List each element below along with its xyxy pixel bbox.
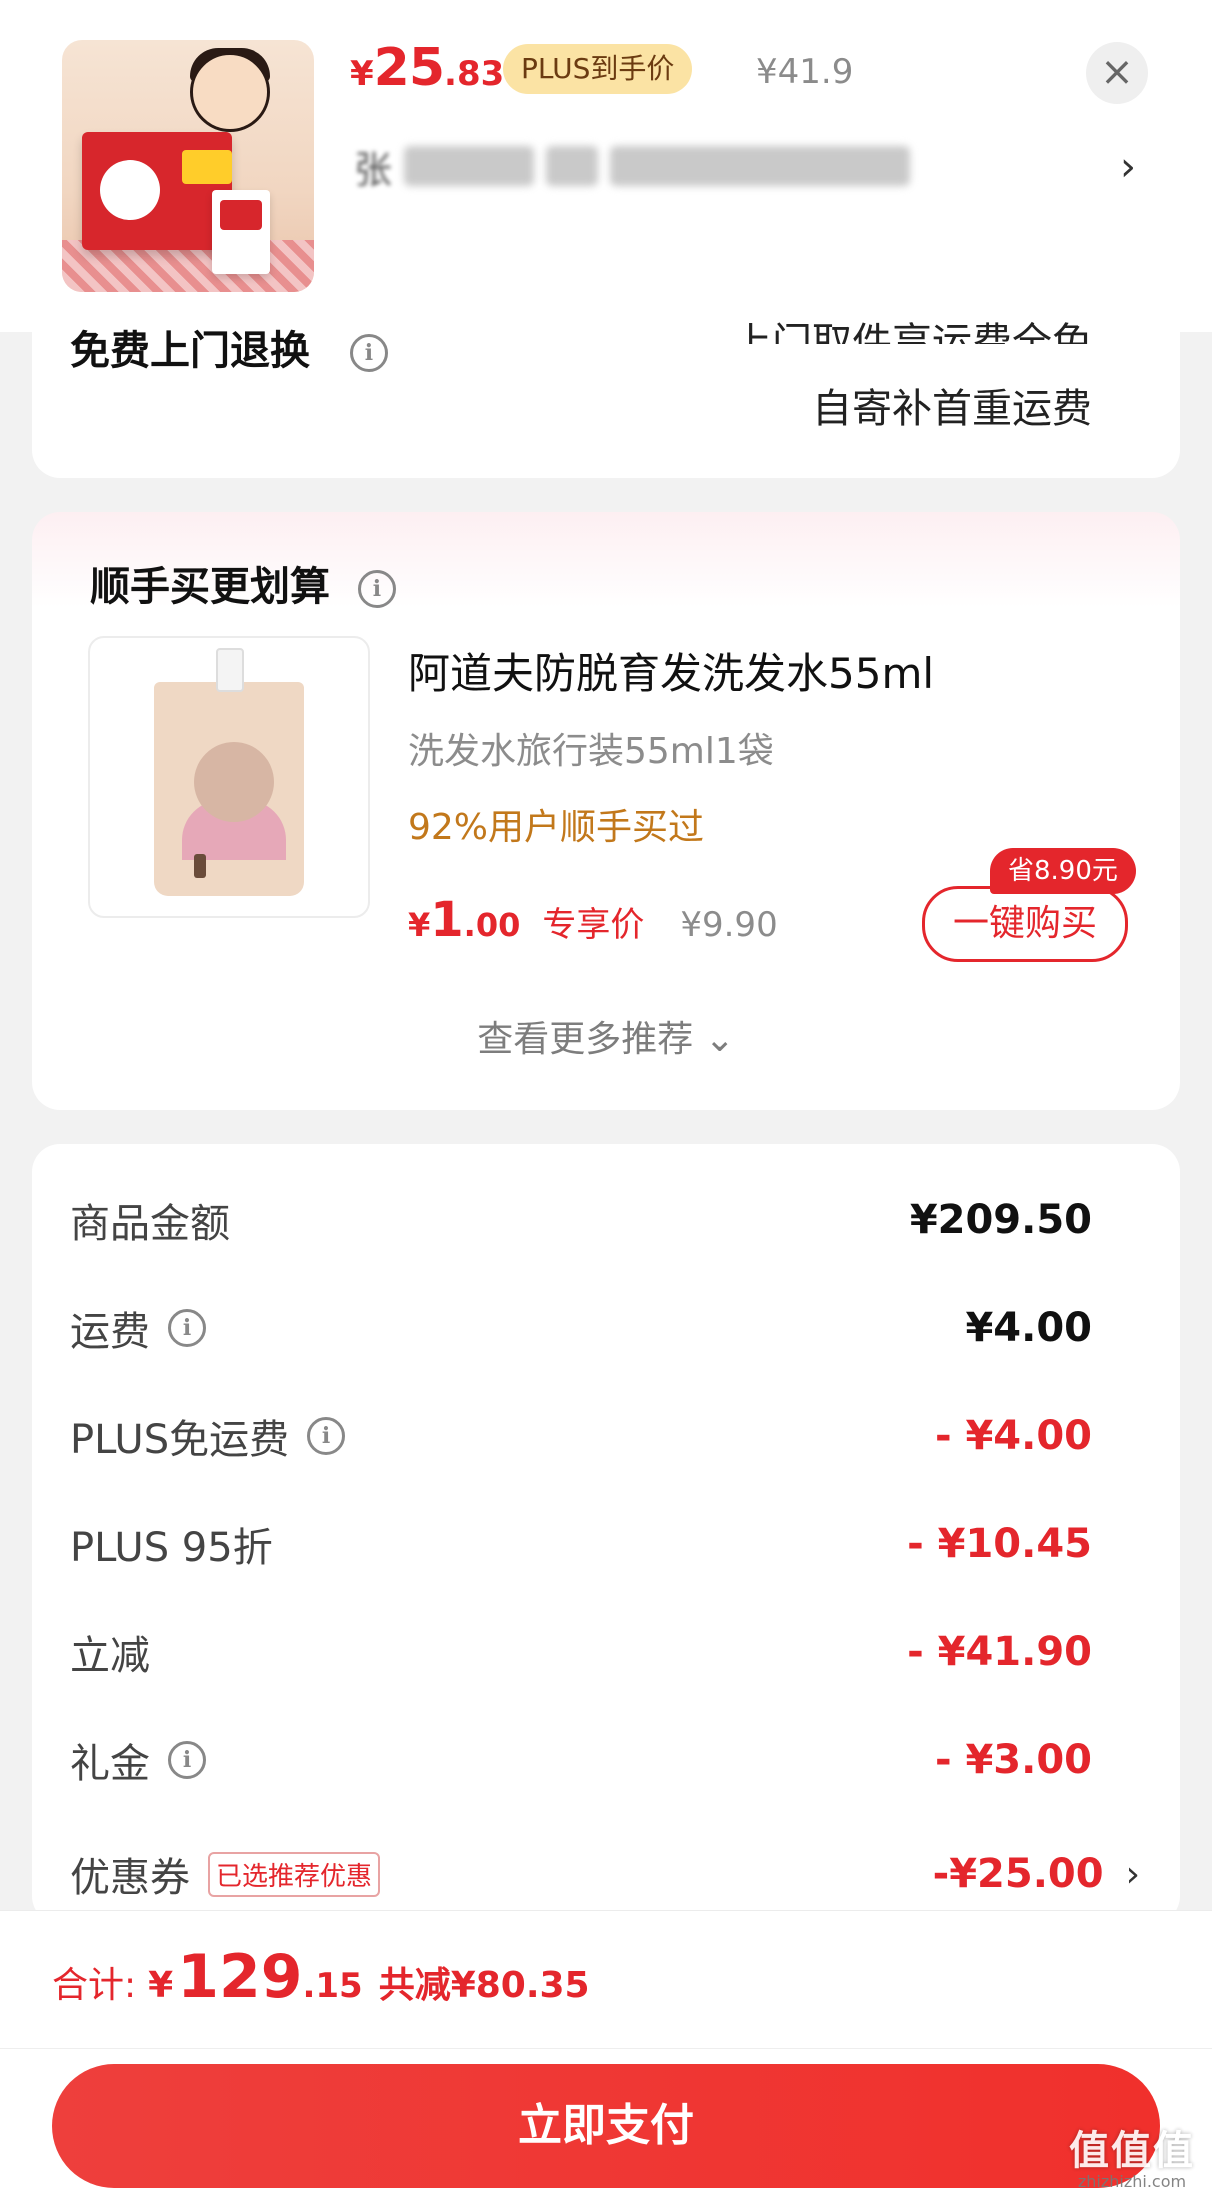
summary-label: PLUS免运费 [70, 1417, 290, 1463]
return-service-title: 免费上门退换 i [70, 318, 388, 376]
coupon-label-group: 优惠券 已选推荐优惠 [70, 1845, 381, 1903]
recommend-price: ¥ 1 .00 专享价 ¥9.90 [408, 892, 778, 948]
recommend-product-name[interactable]: 阿道夫防脱育发洗发水55ml [408, 640, 934, 701]
total-label: 合计: [52, 1965, 137, 2006]
summary-row: 运费 i ¥4.00 [70, 1298, 1092, 1358]
watermark-logo: 值值值 [1069, 2128, 1195, 2174]
summary-label: 运费 [70, 1309, 150, 1355]
return-service-label: 免费上门退换 [70, 328, 310, 374]
summary-label: 立减 [70, 1633, 150, 1679]
recommend-price-integer: 1 [430, 892, 464, 948]
return-service-line2: 自寄补首重运费 [812, 386, 1092, 432]
return-service-line1: 上门取件享运费全免 [732, 320, 1092, 344]
coupon-row[interactable]: 优惠券 已选推荐优惠 -¥25.00 › [70, 1844, 1140, 1904]
summary-value: - ¥10.45 [907, 1521, 1092, 1567]
coupon-value: -¥25.00 [932, 1851, 1104, 1897]
price-integer: 25 [373, 38, 445, 98]
summary-value: ¥4.00 [965, 1305, 1092, 1351]
thumbnail-mascot-head [190, 52, 270, 132]
summary-label-group: 立减 [70, 1623, 150, 1681]
pouch-logo [194, 854, 206, 878]
original-price: ¥41.9 [756, 52, 854, 92]
summary-row: PLUS免运费 i - ¥4.00 [70, 1406, 1092, 1466]
info-icon[interactable]: i [357, 570, 396, 608]
recommend-price-tag: 专享价 [542, 905, 645, 945]
info-icon[interactable]: i [168, 1309, 206, 1347]
close-button[interactable]: × [1086, 42, 1148, 104]
coupon-label: 优惠券 [70, 1855, 190, 1901]
summary-value: - ¥41.90 [907, 1629, 1092, 1675]
coupon-selected-tag: 已选推荐优惠 [208, 1851, 381, 1897]
recipient-address-blurred[interactable]: 张 [354, 138, 911, 194]
summary-label-group: 运费 i [70, 1299, 206, 1357]
pouch-spout [216, 648, 244, 692]
summary-row: PLUS 95折 - ¥10.45 [70, 1514, 1092, 1574]
pouch-model-head [194, 742, 274, 822]
blurred-block [404, 146, 535, 186]
footer-divider [0, 2048, 1212, 2049]
summary-label-group: PLUS 95折 [70, 1515, 273, 1573]
price-currency: ¥ [350, 54, 374, 94]
save-amount-badge: 省8.90元 [990, 848, 1136, 894]
address-chevron-right-icon[interactable]: › [1120, 144, 1136, 190]
shampoo-pouch-image [154, 648, 304, 896]
thumbnail-mascot-face [100, 160, 160, 220]
plus-price-badge: PLUS到手价 [503, 44, 693, 94]
one-click-buy-button[interactable]: 一键购买 [922, 886, 1128, 962]
summary-value: - ¥3.00 [934, 1737, 1092, 1783]
recommend-product-image[interactable] [88, 636, 370, 918]
total-decimal: .15 [302, 1966, 363, 2006]
summary-label-group: PLUS免运费 i [70, 1407, 346, 1465]
info-icon[interactable]: i [349, 334, 388, 372]
product-thumbnail[interactable] [62, 40, 314, 292]
site-watermark: 值值值 zhizhizhi.com [1062, 2118, 1202, 2191]
total-saved: 共减¥80.35 [378, 1965, 590, 2006]
coupon-chevron-right-icon[interactable]: › [1126, 1854, 1140, 1895]
summary-value: ¥209.50 [909, 1197, 1092, 1243]
thumbnail-box-label [182, 150, 232, 184]
recommend-product-spec: 洗发水旅行装55ml1袋 [408, 731, 774, 772]
summary-row: 立减 - ¥41.90 [70, 1622, 1092, 1682]
recommend-original-price: ¥9.90 [680, 905, 778, 945]
recipient-name-initial: 张 [354, 147, 393, 192]
total-currency: ¥ [148, 1965, 174, 2006]
summary-label: 商品金额 [70, 1201, 230, 1247]
summary-row: 礼金 i - ¥3.00 [70, 1730, 1092, 1790]
summary-label: PLUS 95折 [70, 1525, 273, 1571]
product-price: ¥ 25 .83 [350, 38, 504, 110]
info-icon[interactable]: i [168, 1741, 206, 1779]
summary-value: - ¥4.00 [934, 1413, 1092, 1459]
info-icon[interactable]: i [307, 1417, 346, 1455]
recommend-price-decimal: .00 [463, 906, 521, 944]
summary-label: 礼金 [70, 1741, 150, 1787]
summary-row: 商品金额 ¥209.50 [70, 1190, 1092, 1250]
summary-label-group: 商品金额 [70, 1191, 230, 1249]
recommend-price-currency: ¥ [408, 906, 431, 944]
recommend-social-proof: 92%用户顺手买过 [408, 807, 705, 848]
total-integer: 129 [177, 1942, 303, 2012]
watermark-url: zhizhizhi.com [1077, 2172, 1187, 2191]
order-total: 合计: ¥ 129 .15 共减¥80.35 [52, 1942, 590, 2012]
summary-label-group: 礼金 i [70, 1731, 206, 1789]
thumbnail-small-box [212, 190, 270, 274]
blurred-block [546, 146, 599, 186]
price-decimal: .83 [444, 54, 505, 94]
blurred-block [610, 146, 911, 186]
view-more-recommendations[interactable]: 查看更多推荐 ⌄ [0, 1010, 1212, 1062]
recommend-title-label: 顺手买更划算 [90, 564, 330, 610]
pay-now-button[interactable]: 立即支付 [52, 2064, 1160, 2188]
coupon-value-group: -¥25.00 › [933, 1851, 1140, 1897]
recommend-title: 顺手买更划算 i [90, 554, 396, 612]
